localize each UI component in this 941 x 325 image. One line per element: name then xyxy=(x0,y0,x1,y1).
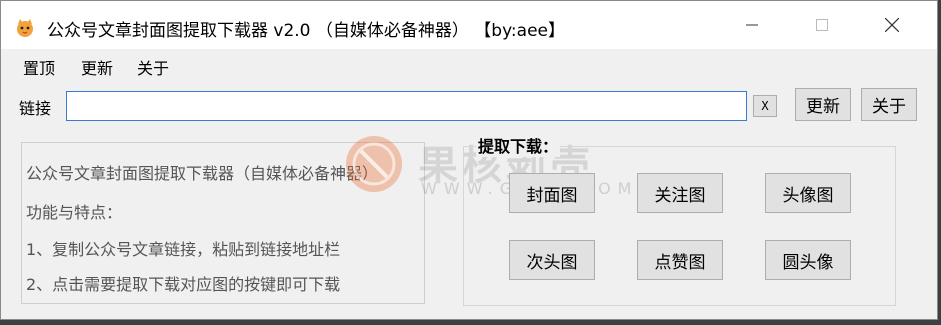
clear-link-button[interactable]: X xyxy=(753,95,777,117)
round-avatar-button[interactable]: 圆头像 xyxy=(765,240,851,280)
header-image-button[interactable]: 头像图 xyxy=(765,173,851,213)
cover-image-button[interactable]: 封面图 xyxy=(509,173,595,213)
window-title: 公众号文章封面图提取下载器 v2.0 （自媒体必备神器） 【by:aee】 xyxy=(47,21,565,41)
about-button[interactable]: 关于 xyxy=(861,88,917,121)
download-group-title: 提取下载： xyxy=(476,133,561,157)
maximize-button[interactable] xyxy=(787,1,857,49)
download-group xyxy=(463,146,896,306)
update-button[interactable]: 更新 xyxy=(795,88,851,121)
app-cat-icon xyxy=(17,19,33,37)
description-line: 公众号文章封面图提取下载器（自媒体必备神器） xyxy=(26,164,379,183)
minimize-icon xyxy=(746,24,758,26)
app-window: 公众号文章封面图提取下载器 v2.0 （自媒体必备神器） 【by:aee】 置顶… xyxy=(0,0,938,320)
description-box: 公众号文章封面图提取下载器（自媒体必备神器） 功能与特点： 1、复制公众号文章链… xyxy=(21,142,425,304)
follow-image-button[interactable]: 关注图 xyxy=(637,173,723,213)
close-button[interactable] xyxy=(857,1,927,49)
menu-item-pin[interactable]: 置顶 xyxy=(23,55,55,79)
link-label: 链接 xyxy=(19,99,52,118)
link-input[interactable] xyxy=(66,91,747,121)
sub-header-image-button[interactable]: 次头图 xyxy=(509,240,595,280)
description-line: 功能与特点： xyxy=(26,203,123,222)
like-image-button[interactable]: 点赞图 xyxy=(637,240,723,280)
description-line: 1、复制公众号文章链接，粘贴到链接地址栏 xyxy=(26,240,341,259)
description-line: 2、点击需要提取下载对应图的按键即可下载 xyxy=(26,275,341,294)
close-icon xyxy=(885,18,899,32)
menu-item-about[interactable]: 关于 xyxy=(137,55,169,79)
maximize-icon xyxy=(816,19,828,31)
menu-item-update[interactable]: 更新 xyxy=(81,55,113,79)
menu-bar: 置顶 更新 关于 xyxy=(1,49,937,81)
minimize-button[interactable] xyxy=(717,1,787,49)
title-bar: 公众号文章封面图提取下载器 v2.0 （自媒体必备神器） 【by:aee】 xyxy=(1,1,937,49)
